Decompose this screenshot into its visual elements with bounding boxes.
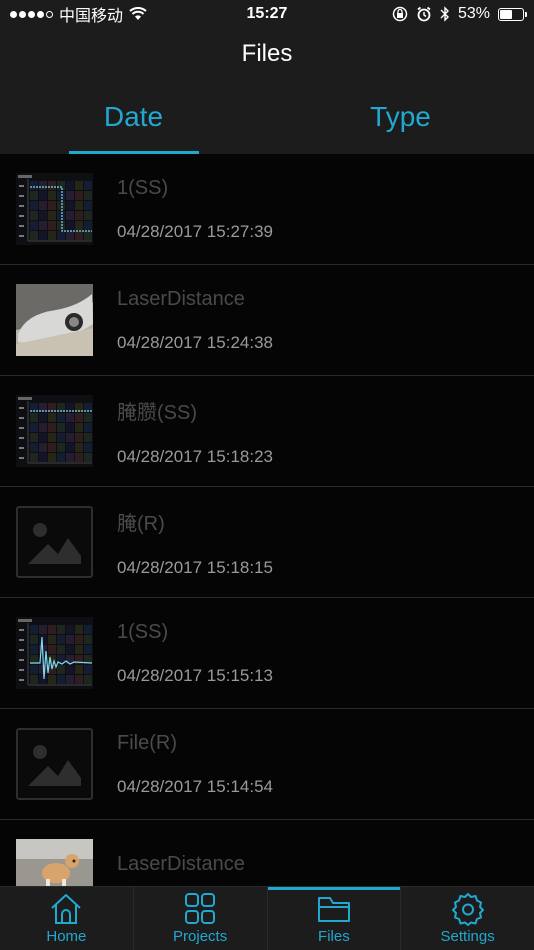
- tab-settings-label: Settings: [440, 928, 495, 945]
- orientation-lock-icon: [392, 6, 408, 22]
- car-photo-icon: [16, 284, 93, 356]
- file-info: LaserDistance: [117, 853, 245, 887]
- file-row[interactable]: 1(SS) 04/28/2017 15:27:39: [0, 154, 534, 265]
- status-bar: 中国移动 15:27 53%: [0, 0, 534, 28]
- file-name: 1(SS): [117, 620, 169, 643]
- tab-type[interactable]: Type: [267, 80, 534, 154]
- tab-projects-label: Projects: [173, 928, 228, 945]
- file-row[interactable]: 1(SS) 04/28/2017 15:15:13: [0, 598, 534, 709]
- chart-thumbnail-icon: [18, 175, 92, 242]
- battery-percent: 53%: [457, 5, 490, 22]
- grid-icon: [185, 893, 216, 924]
- tab-date-label: Date: [103, 101, 164, 132]
- carrier-label: 中国移动: [59, 8, 124, 25]
- chart-thumbnail-icon: [18, 397, 92, 464]
- tab-home[interactable]: Home: [0, 887, 133, 950]
- file-row[interactable]: LaserDistance: [0, 820, 534, 886]
- file-name: LaserDistance: [117, 287, 245, 310]
- tab-type-label: Type: [370, 101, 431, 132]
- file-row[interactable]: 腌臜(SS) 04/28/2017 15:18:23: [0, 376, 534, 487]
- tab-projects[interactable]: Projects: [132, 887, 267, 950]
- signal-icon: [10, 10, 53, 18]
- tab-bar: Home Projects Files Settings: [0, 886, 534, 950]
- file-thumbnail: [16, 617, 93, 689]
- file-thumbnail: [16, 395, 93, 467]
- file-thumbnail: [16, 284, 93, 356]
- file-thumbnail: [16, 839, 93, 886]
- chart-thumbnail-icon: [18, 619, 93, 686]
- file-thumbnail: [16, 728, 93, 800]
- file-info: 腌(R) 04/28/2017 15:18:15: [117, 507, 273, 578]
- folder-icon: [317, 897, 350, 922]
- file-thumbnail: [16, 506, 93, 578]
- wifi-icon: [129, 7, 147, 20]
- page-title: Files: [241, 40, 293, 67]
- tab-files-label: Files: [318, 928, 350, 945]
- file-info: LaserDistance 04/28/2017 15:24:38: [117, 288, 273, 353]
- file-info: File(R) 04/28/2017 15:14:54: [117, 732, 273, 797]
- file-date: 04/28/2017 15:27:39: [117, 221, 273, 241]
- file-name: File(R): [117, 731, 177, 754]
- tab-settings[interactable]: Settings: [400, 887, 534, 950]
- file-date: 04/28/2017 15:24:38: [117, 332, 273, 352]
- nav-bar: Files: [0, 28, 534, 80]
- image-placeholder-icon: [28, 745, 81, 786]
- alarm-icon: [417, 6, 431, 22]
- file-thumbnail: [16, 173, 93, 245]
- tab-files[interactable]: Files: [266, 887, 401, 950]
- file-row[interactable]: File(R) 04/28/2017 15:14:54: [0, 709, 534, 820]
- tab-date[interactable]: Date: [0, 80, 267, 154]
- segmented-tabs: Date Type: [0, 80, 534, 154]
- gear-icon: [451, 893, 484, 926]
- image-placeholder-icon: [28, 523, 81, 564]
- home-icon: [51, 894, 82, 924]
- tab-home-label: Home: [46, 928, 87, 945]
- file-list[interactable]: 1(SS) 04/28/2017 15:27:39 LaserDistance 04…: [0, 154, 534, 886]
- file-row[interactable]: 腌(R) 04/28/2017 15:18:15: [0, 487, 534, 598]
- file-date: 04/28/2017 15:18:23: [117, 446, 273, 466]
- file-info: 腌臜(SS) 04/28/2017 15:18:23: [117, 396, 273, 467]
- file-name: LaserDistance: [117, 852, 245, 875]
- file-info: 1(SS) 04/28/2017 15:15:13: [117, 621, 273, 686]
- file-row[interactable]: LaserDistance 04/28/2017 15:24:38: [0, 265, 534, 376]
- file-date: 04/28/2017 15:15:13: [117, 665, 273, 685]
- file-name: 腌臜(SS): [117, 401, 197, 424]
- file-name: 1(SS): [117, 176, 169, 199]
- file-date: 04/28/2017 15:18:15: [117, 557, 273, 577]
- file-name: 腌(R): [117, 512, 165, 535]
- battery-icon: [498, 7, 527, 21]
- dog-photo-icon: [16, 839, 93, 886]
- file-info: 1(SS) 04/28/2017 15:27:39: [117, 177, 273, 242]
- file-date: 04/28/2017 15:14:54: [117, 776, 273, 796]
- bluetooth-icon: [440, 6, 449, 22]
